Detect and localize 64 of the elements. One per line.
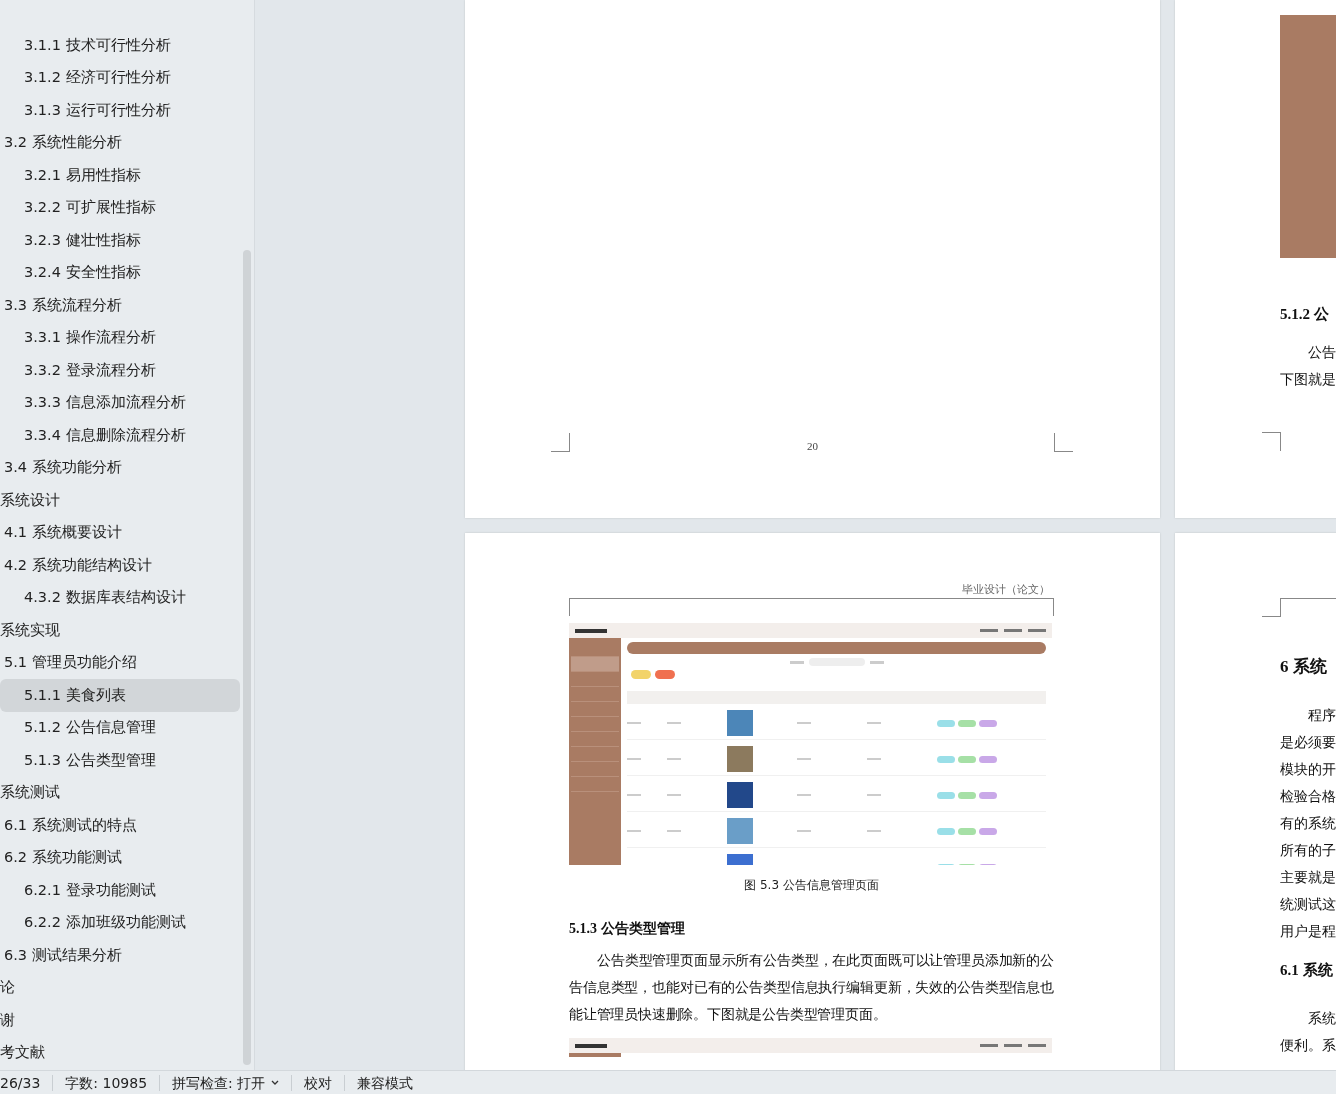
- margin-corner-mark: [1262, 598, 1281, 617]
- outline-item[interactable]: 3.1.1 技术可行性分析: [0, 29, 240, 62]
- outline-item[interactable]: 系统设计: [0, 484, 240, 517]
- outline-item[interactable]: 4.2 系统功能结构设计: [0, 549, 240, 582]
- outline-item[interactable]: 3.1.3 运行可行性分析: [0, 94, 240, 127]
- section-heading: 6.1 系统: [1280, 961, 1334, 979]
- outline-item[interactable]: 系统测试: [0, 776, 240, 809]
- outline-item[interactable]: 3.3.2 登录流程分析: [0, 354, 240, 387]
- caret-icon: [271, 1080, 280, 1085]
- outline-item[interactable]: 6.1 系统测试的特点: [0, 809, 240, 842]
- compat-mode-button[interactable]: 兼容模式: [345, 1074, 426, 1091]
- chapter-heading: 6 系统: [1280, 658, 1328, 676]
- outline-item[interactable]: 6.2 系统功能测试: [0, 841, 240, 874]
- outline-item[interactable]: 5.1.2 公告信息管理: [0, 711, 240, 744]
- proofread-button[interactable]: 校对: [292, 1074, 346, 1091]
- word-count: 字数: 10985: [53, 1074, 161, 1091]
- outline-item[interactable]: 5.1 管理员功能介绍: [0, 646, 240, 679]
- outline-item[interactable]: 3.1.2 经济可行性分析: [0, 61, 240, 94]
- outline-item[interactable]: 3.2.4 安全性指标: [0, 256, 240, 289]
- outline-item[interactable]: 5.1.1 美食列表: [0, 679, 240, 712]
- text-line: 有的系统: [1280, 814, 1336, 833]
- outline-item[interactable]: 4.3.2 数据库表结构设计: [0, 581, 240, 614]
- outline-item[interactable]: 系统实现: [0, 614, 240, 647]
- text-line: 下图就是: [1280, 370, 1336, 389]
- page-header: 毕业设计（论文）: [961, 582, 1051, 596]
- outline-item[interactable]: 4.1 系统概要设计: [0, 516, 240, 549]
- outline-item[interactable]: 3.3.3 信息添加流程分析: [0, 386, 240, 419]
- outline-item[interactable]: 6.2.2 添加班级功能测试: [0, 906, 240, 939]
- page-number: 20: [807, 440, 818, 452]
- body-paragraph: 公告类型管理页面显示所有公告类型，在此页面既可以让管理员添加新的公告信息类型，也能对已有的公告类型信息执行编辑更新，失效的公告类型信息也能让管理员快速删除。下图就是公告类型管理页面。: [569, 951, 1054, 1024]
- outline-item[interactable]: 3.2.1 易用性指标: [0, 159, 240, 192]
- section-heading: 5.1.3 公告类型管理: [569, 921, 686, 937]
- margin-corner-mark: [1262, 432, 1281, 451]
- scrollbar-thumb[interactable]: [243, 250, 251, 1065]
- outline-item[interactable]: 3.3.4 信息删除流程分析: [0, 419, 240, 452]
- outline-item[interactable]: 3.2.2 可扩展性指标: [0, 191, 240, 224]
- margin-corner-mark: [551, 433, 570, 452]
- page-indicator: 26/33: [0, 1074, 54, 1091]
- outline-item[interactable]: 3.2 系统性能分析: [0, 126, 240, 159]
- outline-item[interactable]: 谢: [0, 1004, 240, 1037]
- text-line: 系统: [1307, 1009, 1336, 1028]
- outline-item[interactable]: 6.2.1 登录功能测试: [0, 874, 240, 907]
- outline-item[interactable]: 3.3.1 操作流程分析: [0, 321, 240, 354]
- text-line: 模块的开: [1280, 760, 1336, 779]
- text-line: 公告: [1307, 343, 1336, 362]
- text-line: 统测试这: [1280, 895, 1336, 914]
- outline-item[interactable]: 3.4 系统功能分析: [0, 451, 240, 484]
- text-line: 程序: [1307, 706, 1336, 725]
- outline-item[interactable]: 6.3 测试结果分析: [0, 939, 240, 972]
- outline-item[interactable]: 论: [0, 971, 240, 1004]
- text-line: 所有的子: [1280, 841, 1336, 860]
- text-line: 检验合格: [1280, 787, 1336, 806]
- outline-item[interactable]: 考文献: [0, 1036, 240, 1069]
- outline-item[interactable]: 5.1.3 公告类型管理: [0, 744, 240, 777]
- section-heading: 5.1.2 公: [1280, 305, 1330, 323]
- text-line: 是必须要: [1280, 733, 1336, 752]
- text-line: 用户是程: [1280, 922, 1336, 941]
- spell-check-dropdown[interactable]: 拼写检查: 打开: [160, 1074, 293, 1091]
- text-line: 主要就是: [1280, 868, 1336, 887]
- outline-item[interactable]: 3.2.3 健壮性指标: [0, 224, 240, 257]
- figure-caption: 图 5.3 公告信息管理页面: [743, 878, 880, 892]
- margin-corner-mark: [1054, 433, 1073, 452]
- text-line: 便利。系: [1280, 1036, 1336, 1055]
- outline-item[interactable]: 3.3 系统流程分析: [0, 289, 240, 322]
